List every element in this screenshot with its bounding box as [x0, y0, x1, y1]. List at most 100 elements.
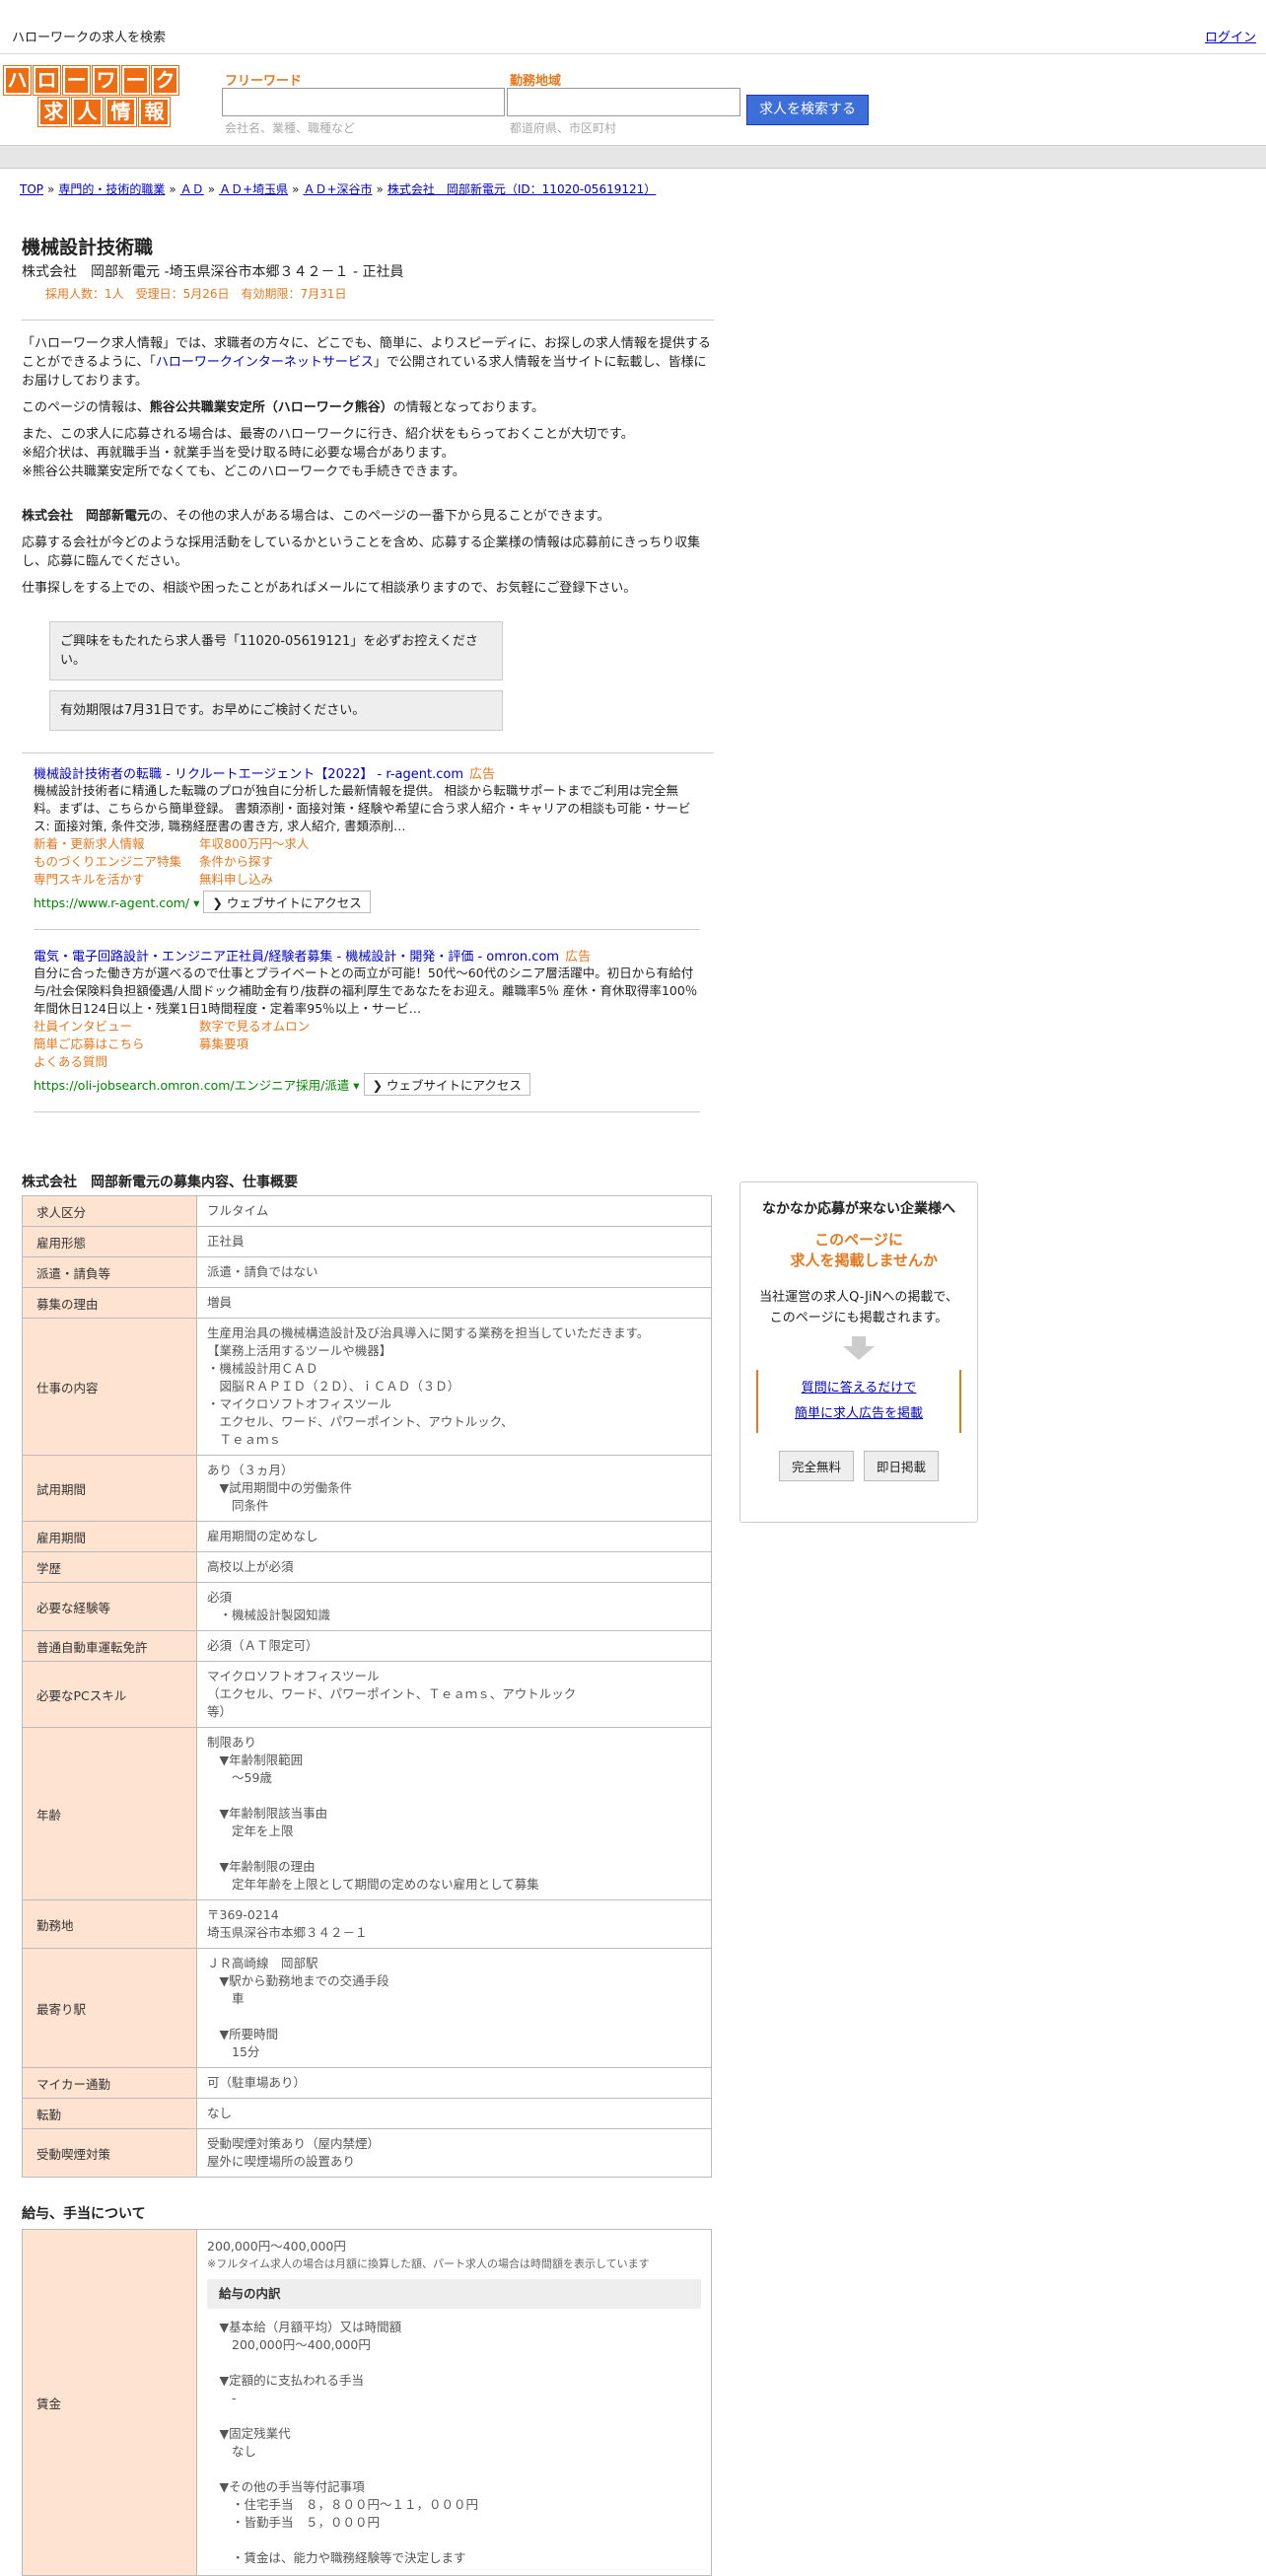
ad-label: 広告	[469, 767, 496, 782]
ad-sitelink[interactable]: 年収800万円～求人	[199, 835, 357, 853]
intro-paragraph: 「ハローワーク求人情報」では、求職者の方々に、どこでも、簡単に、よりスピーディに…	[22, 336, 711, 389]
table-row: 雇用期間 雇用期間の定めなし	[22, 1521, 712, 1552]
table-row: 募集の理由 増員	[22, 1287, 712, 1319]
ad-title-link[interactable]: 機械設計技術者の転職 - リクルートエージェント【2022】 - r-agent…	[34, 767, 463, 782]
freeword-input[interactable]	[222, 88, 505, 116]
promo-link-post-ad[interactable]: 簡単に求人広告を掲載	[795, 1406, 923, 1421]
ad-sitelink[interactable]: 社員インタビュー	[34, 1018, 199, 1036]
promo-link-questions[interactable]: 質問に答えるだけで	[802, 1381, 917, 1395]
login-link[interactable]: ログイン	[1205, 27, 1256, 45]
consult-paragraph: 仕事探しをする上での、相談や困ったことがあればメールにて相談承りますので、お気軽…	[22, 581, 637, 596]
table-row: 勤務地 〒369-0214 埼玉県深谷市本郷３４２－１	[22, 1899, 712, 1949]
divider	[34, 1111, 700, 1112]
row-value: 派遣・請負ではない	[196, 1256, 712, 1288]
row-value: 必須 ・機械設計製図知識	[196, 1582, 712, 1631]
area-input[interactable]	[507, 88, 740, 116]
ad-sitelink[interactable]: 条件から探す	[199, 853, 357, 871]
ad-label: 広告	[565, 950, 592, 965]
ad-sitelink[interactable]: 新着・更新求人情報	[34, 835, 199, 853]
salary-range: 200,000円〜400,000円	[207, 2239, 346, 2254]
ad-sitelink[interactable]: ものづくりエンジニア特集	[34, 853, 199, 871]
table-row: 仕事の内容 生産用治具の機械構造設計及び治具導入に関する業務を担当していただきます…	[22, 1318, 712, 1456]
table-row: 普通自動車運転免許 必須（ＡＴ限定可）	[22, 1630, 712, 1662]
row-key: 試用期間	[22, 1455, 197, 1522]
row-key: 必要なPCスキル	[22, 1661, 197, 1728]
ad-sitelink[interactable]: 専門スキルを活かす	[34, 871, 199, 889]
salary-detail: ▼基本給（月額平均）又は時間額 200,000円〜400,000円 ▼定額的に支…	[219, 2320, 479, 2565]
logo-char: ロ	[34, 66, 60, 95]
arrow-down-icon	[852, 1336, 866, 1346]
promo-body: 当社運営の求人Q-JiNへの掲載で、 このページにも掲載されます。	[759, 1290, 958, 1325]
advertiser-promo-box: なかなか応募が来ない企業様へ このページに 求人を掲載しませんか 当社運営の求人…	[739, 1181, 978, 1523]
ad-sitelink[interactable]: 無料申し込み	[199, 871, 357, 889]
top-bar: ハローワークの求人を検索 ログイン	[0, 0, 1266, 54]
logo-char: 求	[38, 98, 69, 126]
apply-advice-paragraph: 応募する会社が今どのような採用活動をしているかということを含め、応募する企業様の…	[22, 536, 701, 569]
row-value: マイクロソフトオフィスツール （エクセル、ワード、パワーポイント、Ｔｅａｍｓ、ア…	[196, 1661, 712, 1728]
divider	[34, 929, 700, 930]
site-title: ハローワークの求人を検索	[12, 31, 167, 45]
breadcrumb-link[interactable]: ＡＤ+深谷市	[303, 182, 372, 196]
row-key: 仕事の内容	[22, 1318, 197, 1456]
visit-website-button[interactable]: ❯ ウェブサイトにアクセス	[203, 891, 371, 913]
table-row: 最寄り駅 ＪＲ高崎線 岡部駅 ▼駅から勤務地までの交通手段 車 ▼所要時間 15分	[22, 1948, 712, 2068]
row-value: 〒369-0214 埼玉県深谷市本郷３４２－１	[196, 1899, 712, 1949]
ad-sitelink[interactable]: 簡単ご応募はこちら	[34, 1036, 199, 1053]
row-value: 制限あり ▼年齢制限範囲 〜59歳 ▼年齢制限該当事由 定年を上限 ▼年齢制限の…	[196, 1727, 712, 1900]
salary-table: 賃金 200,000円〜400,000円 ※フルタイム求人の場合は月額に換算した額…	[22, 2229, 712, 2576]
breadcrumb-link[interactable]: ＡＤ	[180, 182, 204, 196]
breadcrumb-link[interactable]: ＡＤ+埼玉県	[219, 182, 288, 196]
divider-bar	[0, 145, 1266, 169]
row-key: 求人区分	[22, 1195, 197, 1227]
divider	[22, 320, 714, 321]
promo-cta: このページに 求人を掲載しませんか	[790, 1231, 938, 1269]
breadcrumb-link[interactable]: 株式会社 岡部新電元（ID：11020-05619121）	[387, 182, 656, 196]
logo-char: ク	[152, 66, 178, 95]
note-box-expiry: 有効期限は7月31日です。お早めにご検討ください。	[49, 690, 503, 731]
breadcrumb-separator: »	[169, 182, 176, 196]
breadcrumb-separator: »	[47, 182, 55, 196]
area-label: 勤務地域	[510, 74, 562, 89]
note-box-number: ご興味をもたれたら求人番号「11020-05619121」を必ずお控えください。	[49, 621, 503, 680]
table-row: 年齢 制限あり ▼年齢制限範囲 〜59歳 ▼年齢制限該当事由 定年を上限 ▼年齢制…	[22, 1727, 712, 1900]
row-value: 生産用治具の機械構造設計及び治具導入に関する業務を担当していただきます。 【業務…	[196, 1318, 712, 1456]
row-key: 必要な経験等	[22, 1582, 197, 1631]
breadcrumb-separator: »	[292, 182, 300, 196]
visit-website-button[interactable]: ❯ ウェブサイトにアクセス	[363, 1073, 530, 1096]
other-jobs-paragraph: 株式会社 岡部新電元の、その他の求人がある場合は、このページの一番下から見ること…	[22, 509, 610, 524]
promo-heading: なかなか応募が来ない企業様へ	[762, 1201, 955, 1217]
row-key: 普通自動車運転免許	[22, 1630, 197, 1662]
ad-description: 機械設計技術者に精通した転職のプロが独自に分析した最新情報を提供。 相談から転職…	[34, 783, 691, 833]
table-row: 学歴 高校以上が必須	[22, 1551, 712, 1583]
referral-paragraph: また、この求人に応募される場合は、最寄のハローワークに行き、紹介状をもらっておく…	[22, 427, 634, 479]
table-row: マイカー通勤 可（駐車場あり）	[22, 2067, 712, 2099]
table-row: 受動喫煙対策 受動喫煙対策あり（屋内禁煙） 屋外に喫煙場所の設置あり	[22, 2128, 712, 2178]
row-value: 必須（ＡＴ限定可）	[196, 1630, 712, 1662]
hellowork-internet-link[interactable]: ハローワークインターネットサービス	[156, 355, 374, 370]
job-subtitle: 株式会社 岡部新電元 -埼玉県深谷市本郷３４２－１ - 正社員	[22, 264, 404, 280]
page-title: 機械設計技術職	[22, 237, 154, 258]
row-value: 200,000円〜400,000円 ※フルタイム求人の場合は月額に換算した額、パー…	[196, 2229, 712, 2576]
row-key: 賃金	[22, 2229, 197, 2576]
breadcrumb-link[interactable]: 専門的・技術的職業	[58, 182, 165, 196]
logo-char: ワ	[93, 66, 119, 95]
row-key: 募集の理由	[22, 1287, 197, 1319]
search-button[interactable]: 求人を検索する	[746, 95, 869, 125]
hellowork-logo[interactable]: ハローワーク 求人情報	[4, 66, 178, 126]
ad-title-link[interactable]: 電気・電子回路設計・エンジニア正社員/経験者募集 - 機械設計・開発・評価 - …	[34, 950, 559, 965]
ad-description: 自分に合った働き方が選べるので仕事とプライベートとの両立が可能！50代～60代の…	[34, 966, 698, 1016]
table-row: 必要な経験等 必須 ・機械設計製図知識	[22, 1582, 712, 1631]
breadcrumb-link[interactable]: TOP	[20, 182, 43, 196]
row-key: 雇用形態	[22, 1226, 197, 1257]
ad-url[interactable]: https://www.r-agent.com/	[34, 895, 189, 910]
ad-sitelink[interactable]: よくある質問	[34, 1053, 199, 1071]
logo-char: ー	[122, 66, 149, 95]
ad-url[interactable]: https://oli-jobsearch.omron.com/エンジニア採用/…	[34, 1078, 349, 1093]
area-placeholder: 都道府県、市区町村	[510, 121, 617, 135]
free-badge: 完全無料	[778, 1451, 854, 1481]
ad-sitelink[interactable]	[199, 1053, 357, 1071]
table-row: 必要なPCスキル マイクロソフトオフィスツール （エクセル、ワード、パワーポイント…	[22, 1661, 712, 1728]
ad-sitelink[interactable]: 数字で見るオムロン	[199, 1018, 357, 1036]
ad-sitelink[interactable]: 募集要項	[199, 1036, 357, 1053]
row-value: 正社員	[196, 1226, 712, 1257]
